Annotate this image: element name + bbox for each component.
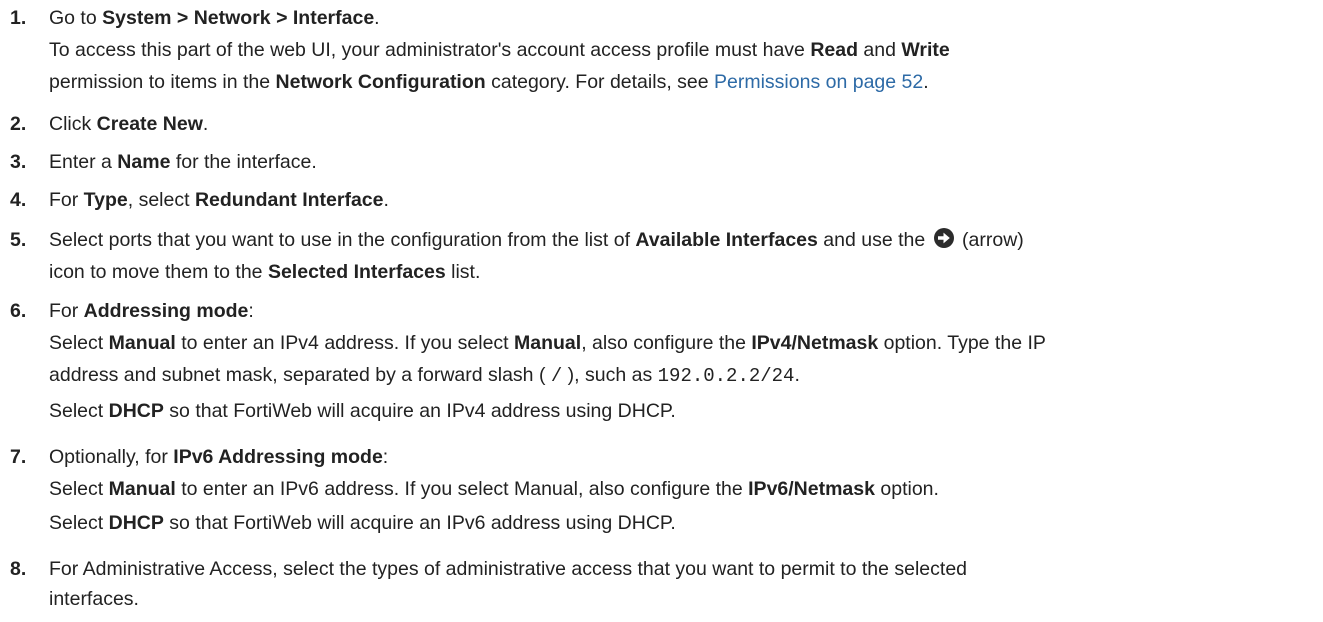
emphasis: Manual (108, 478, 176, 500)
step-number: 6. (10, 300, 27, 322)
step-text: address and subnet mask, separated by a … (49, 364, 551, 386)
step-text: To access this part of the web UI, your … (49, 39, 811, 61)
step-text: , also configure the (581, 332, 752, 354)
emphasis: Available Interfaces (635, 229, 818, 251)
step-text: . (202, 113, 209, 135)
step-number: 5. (10, 229, 27, 251)
step-text: for the interface. (170, 151, 317, 173)
step-text: : (248, 300, 254, 322)
step-text: For Administrative Access, select the ty… (49, 558, 968, 580)
step-text: (arrow) (956, 229, 1024, 251)
emphasis: DHCP (108, 512, 164, 534)
step-number: 2. (10, 113, 27, 135)
step-text: . (794, 364, 800, 386)
step-text: . (374, 7, 380, 29)
step-text: to enter an IPv4 address. If you select (175, 332, 514, 354)
step-text: For (49, 189, 84, 211)
step-text: . (923, 71, 929, 93)
step-text: Select (49, 400, 109, 422)
step-text: so that FortiWeb will acquire an IPv6 ad… (163, 512, 676, 534)
step-text: to enter an IPv6 address. If you select … (175, 478, 749, 500)
step-text: category. For details, see (485, 71, 715, 93)
step-text: Optionally, for (49, 446, 174, 468)
code-text: / (550, 365, 563, 387)
step-text: list. (445, 261, 481, 283)
emphasis: Read (810, 39, 858, 61)
emphasis: IPv6/Netmask (748, 478, 875, 500)
emphasis: Network Configuration (275, 71, 486, 93)
document-page: 1. Go to System > Network > Interface. T… (0, 0, 1323, 622)
step-number: 8. (10, 558, 27, 580)
step-text: so that FortiWeb will acquire an IPv4 ad… (163, 400, 676, 422)
emphasis: Redundant Interface (194, 189, 384, 211)
permissions-link[interactable]: Permissions on page 52 (714, 71, 923, 93)
step-number: 7. (10, 446, 27, 468)
step-text: interfaces. (49, 588, 139, 610)
step-text: : (382, 446, 389, 468)
step-text: Select (49, 512, 109, 534)
step-text: Click (49, 113, 97, 135)
arrow-circle-right-icon (933, 228, 954, 248)
step-text: icon to move them to the (49, 261, 268, 283)
emphasis: IPv4/Netmask (751, 332, 879, 354)
step-text: option. (874, 478, 939, 500)
step-text: Enter a (49, 151, 118, 173)
emphasis: Create New (96, 113, 203, 135)
emphasis: Manual (108, 332, 176, 354)
step-text: Go to (49, 7, 103, 29)
step-number: 1. (10, 7, 27, 29)
step-text: and use the (817, 229, 926, 251)
step-text: , select (127, 189, 195, 211)
step-text: option. Type the IP (878, 332, 1046, 354)
step-text: Select ports that you want to use in the… (49, 229, 636, 251)
emphasis: DHCP (108, 400, 164, 422)
step-text: Select (49, 332, 109, 354)
step-number: 3. (10, 151, 27, 173)
emphasis: Manual (514, 332, 582, 354)
emphasis: Selected Interfaces (267, 261, 446, 283)
step-number: 4. (10, 189, 27, 211)
emphasis: Type (83, 189, 128, 211)
step-text: For (49, 300, 84, 322)
emphasis: Addressing mode (83, 300, 249, 322)
step-text: permission to items in the (49, 71, 276, 93)
emphasis: Write (901, 39, 950, 61)
code-text: 192.0.2.2/24 (657, 365, 795, 387)
step-text: . (383, 189, 389, 211)
menu-path: System > Network > Interface (102, 7, 375, 29)
step-text: ), such as (562, 364, 658, 386)
step-text: and (858, 39, 902, 61)
emphasis: Name (117, 151, 171, 173)
step-text: Select (49, 478, 109, 500)
emphasis: IPv6 Addressing mode (173, 446, 383, 468)
